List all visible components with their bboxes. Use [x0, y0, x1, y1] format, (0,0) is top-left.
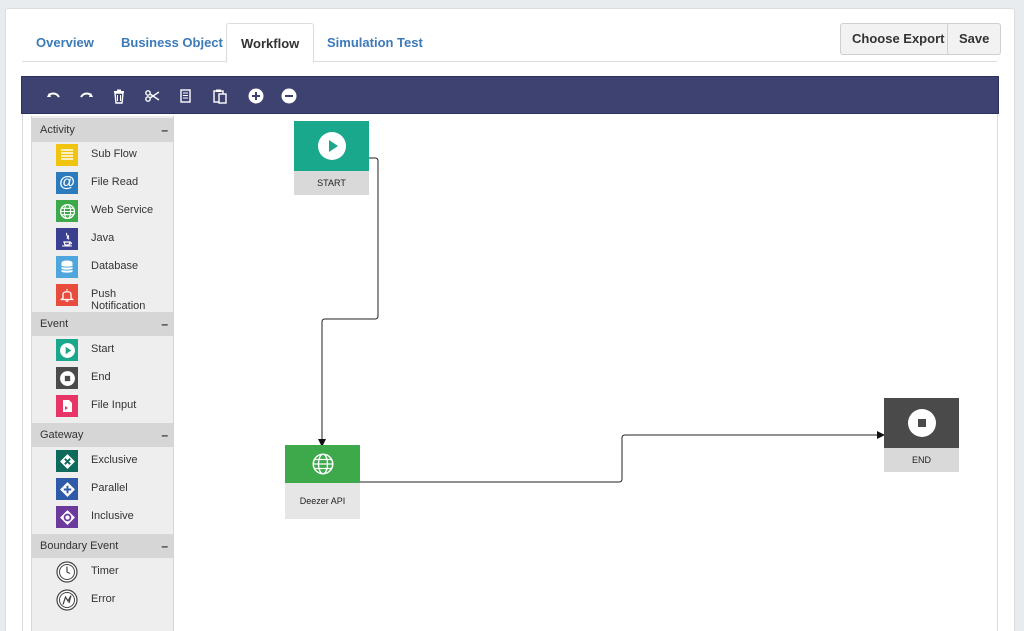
palette-item-label: File Input — [91, 399, 137, 411]
exclusive-gateway-icon — [56, 450, 78, 472]
save-button[interactable]: Save — [947, 23, 1002, 55]
section-title: Boundary Event — [40, 540, 119, 552]
palette-item-file-input[interactable]: File Input — [56, 395, 174, 417]
node-start[interactable]: START — [294, 121, 369, 195]
palette-item-label: Push Notification — [91, 288, 146, 312]
node-label: START — [294, 171, 369, 195]
zoom-out-icon[interactable] — [280, 87, 298, 105]
tab-simulation-test[interactable]: Simulation Test — [313, 23, 437, 63]
edge-start-to-deezer[interactable] — [318, 157, 379, 447]
palette-item-label: Parallel — [91, 482, 128, 494]
palette-item-end[interactable]: End — [56, 367, 174, 389]
copy-icon[interactable] — [177, 87, 195, 105]
node-label: END — [884, 448, 959, 472]
zoom-in-icon[interactable] — [247, 87, 265, 105]
bell-icon — [56, 284, 78, 306]
palette-item-file-read[interactable]: @ File Read — [56, 172, 174, 194]
parallel-gateway-icon — [56, 478, 78, 500]
editor-toolbar — [21, 76, 999, 114]
palette-item-web-service[interactable]: Web Service — [56, 200, 174, 222]
stop-icon — [884, 398, 959, 448]
at-icon: @ — [56, 172, 78, 194]
section-title: Event — [40, 318, 69, 330]
palette-item-push-notification[interactable]: Push Notification — [56, 284, 174, 312]
palette-item-label: Web Service — [91, 204, 154, 216]
trash-icon[interactable] — [110, 87, 128, 105]
section-title: Gateway — [40, 429, 84, 441]
palette-item-inclusive[interactable]: Inclusive — [56, 506, 174, 528]
database-icon — [56, 256, 78, 278]
play-icon — [56, 339, 78, 361]
section-title: Activity — [40, 124, 75, 136]
node-label: Deezer API — [285, 483, 360, 519]
timer-icon — [56, 561, 78, 583]
palette-item-sub-flow[interactable]: Sub Flow — [56, 144, 174, 166]
palette-section-boundary-event[interactable]: Boundary Event – — [32, 534, 174, 558]
globe-icon — [56, 200, 78, 222]
paste-icon[interactable] — [211, 87, 229, 105]
palette-item-label: End — [91, 371, 111, 383]
play-icon — [294, 121, 369, 171]
palette-item-parallel[interactable]: Parallel — [56, 478, 174, 500]
palette-item-label: Java — [91, 232, 115, 244]
palette-item-start[interactable]: Start — [56, 339, 174, 361]
redo-icon[interactable] — [78, 87, 96, 105]
collapse-icon[interactable]: – — [161, 534, 168, 558]
element-palette: Activity – Sub Flow @ File Read Web Serv… — [31, 116, 174, 631]
palette-item-label: Exclusive — [91, 454, 138, 466]
list-icon — [56, 144, 78, 166]
palette-item-java[interactable]: Java — [56, 228, 174, 250]
undo-icon[interactable] — [44, 87, 62, 105]
stop-icon — [56, 367, 78, 389]
palette-item-timer[interactable]: Timer — [56, 561, 174, 583]
node-end[interactable]: END — [884, 398, 959, 472]
palette-section-gateway[interactable]: Gateway – — [32, 423, 174, 447]
file-input-icon — [56, 395, 78, 417]
choose-export-button[interactable]: Choose Export — [840, 23, 957, 55]
globe-icon — [285, 445, 360, 483]
palette-item-label: Error — [91, 593, 116, 605]
java-icon — [56, 228, 78, 250]
palette-item-error[interactable]: Error — [56, 589, 174, 611]
edge-deezer-to-end[interactable] — [360, 431, 885, 483]
error-icon — [56, 589, 78, 611]
palette-section-activity[interactable]: Activity – — [32, 118, 174, 142]
tab-overview[interactable]: Overview — [22, 23, 108, 63]
scissors-icon[interactable] — [143, 87, 161, 105]
palette-item-exclusive[interactable]: Exclusive — [56, 450, 174, 472]
tab-business-object[interactable]: Business Object — [107, 23, 237, 63]
collapse-icon[interactable]: – — [161, 312, 168, 336]
palette-item-label: Sub Flow — [91, 148, 137, 160]
palette-section-event[interactable]: Event – — [32, 312, 174, 336]
palette-item-label: Timer — [91, 565, 119, 577]
diagram-canvas[interactable]: START Deezer API END — [175, 116, 997, 631]
tab-workflow[interactable]: Workflow — [226, 23, 315, 63]
palette-item-database[interactable]: Database — [56, 256, 174, 278]
collapse-icon[interactable]: – — [161, 423, 168, 447]
palette-item-label: Start — [91, 343, 115, 355]
palette-item-label: Inclusive — [91, 510, 134, 522]
node-deezer-api[interactable]: Deezer API — [285, 445, 360, 519]
palette-item-label: File Read — [91, 176, 139, 188]
collapse-icon[interactable]: – — [161, 118, 168, 142]
palette-item-label: Database — [91, 260, 139, 272]
inclusive-gateway-icon — [56, 506, 78, 528]
